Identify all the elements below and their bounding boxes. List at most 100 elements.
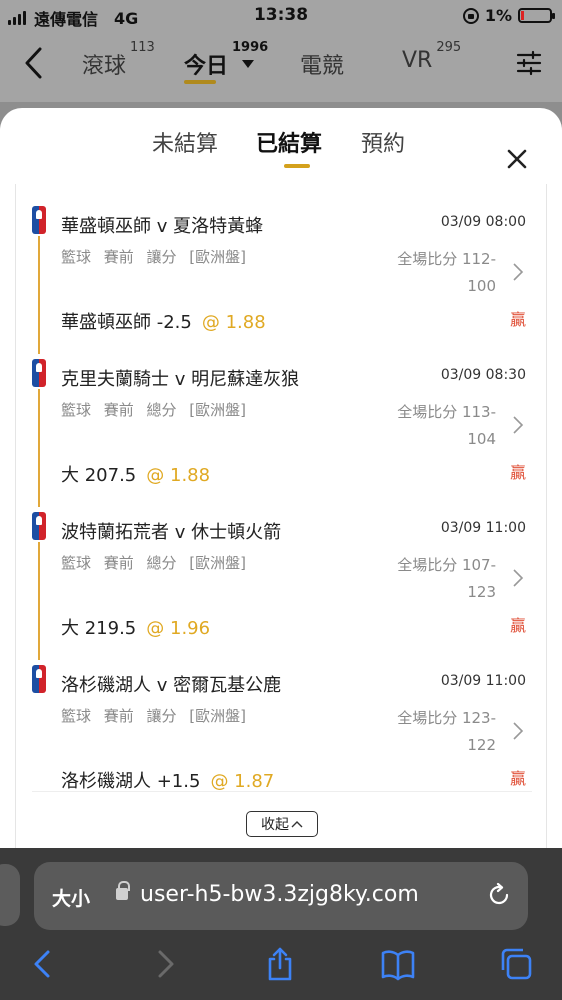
url-text: user-h5-bw3.3zjg8ky.com [140,882,419,907]
match-date: 03/09 08:30 [440,367,526,383]
match-meta: 籃球 賽前 總分 [歐洲盤] [61,554,247,572]
bet-card[interactable]: 洛杉磯湖人 v 密爾瓦基公鹿 03/09 11:00 籃球 賽前 讓分 [歐洲盤… [16,655,548,805]
bet-card[interactable]: 波特蘭拓荒者 v 休士頓火箭 03/09 11:00 籃球 賽前 總分 [歐洲盤… [16,502,548,660]
bet-result: 贏 [509,310,526,329]
tab-settled[interactable]: 已結算 [256,126,323,168]
match-teams: 洛杉磯湖人 v 密爾瓦基公鹿 [61,675,282,696]
bets-sheet: 未結算 已結算 預約 華盛頓巫師 v 夏洛特黃蜂 03/09 08:00 籃球 … [0,108,562,868]
nav-tab-esports[interactable]: 電競 [300,48,344,80]
bet-result: 贏 [509,769,526,788]
chevron-right-icon[interactable] [512,415,524,435]
match-date: 03/09 08:00 [440,214,526,230]
score-label: 全場比分 123- [397,709,496,727]
nba-logo-icon [32,206,46,234]
status-bar: 遠傳電信 4G 13:38 1% [0,0,562,32]
nav-tab-label: VR [402,48,433,73]
match-meta: 籃球 賽前 總分 [歐洲盤] [61,401,247,419]
timeline-line [38,542,40,660]
lock-icon [116,881,130,900]
battery-percent: 1% [484,6,512,25]
bet-odds: @ 1.88 [146,465,211,486]
score-label: 全場比分 113- [397,403,496,421]
chevron-up-icon [291,821,303,828]
nav-tab-live[interactable]: 滾球 113 [82,40,155,80]
bet-odds: @ 1.88 [201,312,266,333]
bet-pick: 大 219.5 [61,618,137,639]
match-score: 全場比分 113- 104 [366,399,496,453]
caret-down-icon [242,60,254,68]
top-nav: 滾球 113 今日 1996 電競 VR 295 [0,32,562,102]
nav-tab-count: 295 [436,40,462,55]
tab-settled-label: 已結算 [256,132,323,157]
match-score: 全場比分 107- 123 [366,552,496,606]
score-label: 全場比分 112- [397,250,496,268]
bet-result: 贏 [509,616,526,635]
share-icon[interactable] [262,946,298,982]
match-meta: 籃球 賽前 讓分 [歐洲盤] [61,248,247,266]
nba-logo-icon [32,512,46,540]
bet-pick: 洛杉磯湖人 +1.5 [61,771,201,792]
list-divider [32,791,532,792]
settled-bets-list: 華盛頓巫師 v 夏洛特黃蜂 03/09 08:00 籃球 賽前 讓分 [歐洲盤]… [15,184,547,868]
bet-odds: @ 1.96 [146,618,211,639]
timeline-line [38,236,40,354]
match-score: 全場比分 112- 100 [366,246,496,300]
nav-tab-today[interactable]: 今日 1996 [184,40,268,84]
chevron-right-icon[interactable] [512,262,524,282]
tabs-icon[interactable] [498,946,534,982]
match-teams: 波特蘭拓荒者 v 休士頓火箭 [61,522,282,543]
filter-settings-icon[interactable] [516,50,542,76]
status-right: 1% [462,6,555,25]
score-tail: 122 [467,736,496,754]
bet-selection: 華盛頓巫師 -2.5 @ 1.88 [61,308,266,334]
bet-card[interactable]: 克里夫蘭騎士 v 明尼蘇達灰狼 03/09 08:30 籃球 賽前 總分 [歐洲… [16,349,548,507]
browser-forward-icon[interactable] [146,946,182,982]
bet-odds: @ 1.87 [210,771,275,792]
bet-pick: 華盛頓巫師 -2.5 [61,312,192,333]
bet-pick: 大 207.5 [61,465,137,486]
match-score: 全場比分 123- 122 [366,705,496,759]
bet-result: 贏 [509,463,526,482]
browser-chrome: 大小 user-h5-bw3.3zjg8ky.com [0,848,562,1000]
previous-tab-peek[interactable] [0,864,20,926]
address-bar[interactable]: 大小 user-h5-bw3.3zjg8ky.com [34,862,528,930]
close-icon[interactable] [506,148,528,170]
bet-card[interactable]: 華盛頓巫師 v 夏洛特黃蜂 03/09 08:00 籃球 賽前 讓分 [歐洲盤]… [16,196,548,354]
nba-logo-icon [32,665,46,693]
back-chevron-icon[interactable] [22,46,46,80]
nav-tab-count: 1996 [232,40,269,55]
collapse-button[interactable]: 收起 [246,811,318,837]
timeline-line [38,389,40,507]
bet-selection: 大 207.5 @ 1.88 [61,461,210,487]
chevron-right-icon[interactable] [512,721,524,741]
tab-active-underline [284,164,310,168]
reload-icon[interactable] [486,882,512,908]
match-meta: 籃球 賽前 讓分 [歐洲盤] [61,707,247,725]
text-size-button[interactable]: 大小 [52,884,90,911]
browser-back-icon[interactable] [26,946,62,982]
bookmarks-icon[interactable] [380,946,416,982]
sheet-tabs: 未結算 已結算 預約 [0,126,562,186]
nav-tab-label: 電競 [300,54,345,79]
collapse-label: 收起 [261,817,289,833]
nav-tab-label: 今日 [184,54,229,79]
score-tail: 123 [467,583,496,601]
match-teams: 克里夫蘭騎士 v 明尼蘇達灰狼 [61,369,300,390]
bet-selection: 大 219.5 @ 1.96 [61,614,210,640]
rotation-lock-icon [462,7,479,24]
bet-selection: 洛杉磯湖人 +1.5 @ 1.87 [61,767,274,793]
nav-tab-label: 滾球 [82,54,127,79]
score-label: 全場比分 107- [397,556,496,574]
nba-logo-icon [32,359,46,387]
score-tail: 104 [467,430,496,448]
battery-icon [518,8,555,23]
chevron-right-icon[interactable] [512,568,524,588]
match-date: 03/09 11:00 [440,520,526,536]
tab-unsettled[interactable]: 未結算 [152,126,218,158]
match-date: 03/09 11:00 [440,673,526,689]
nav-active-underline [184,80,216,84]
nav-tab-vr[interactable]: VR 295 [402,40,461,73]
tab-reserved[interactable]: 預約 [361,126,405,158]
score-tail: 100 [467,277,496,295]
nav-tab-count: 113 [130,40,155,55]
